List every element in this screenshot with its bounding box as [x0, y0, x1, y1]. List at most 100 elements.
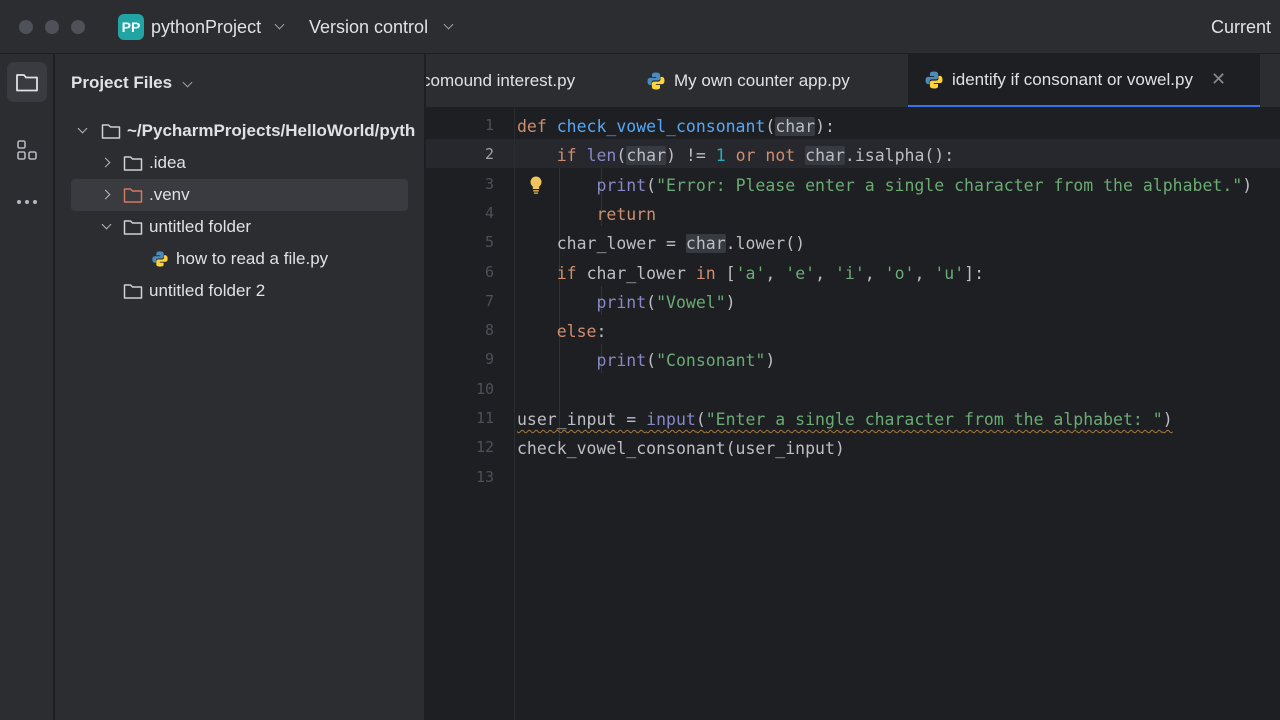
- project-name[interactable]: pythonProject: [151, 17, 261, 38]
- code-token: :: [596, 322, 607, 342]
- line-number-gutter[interactable]: 1 2 3 4 5 6 7 8 9 10 11 12 13: [426, 108, 514, 720]
- code-line[interactable]: else:: [517, 317, 607, 346]
- code-line[interactable]: return: [517, 200, 656, 229]
- tree-item-venv[interactable]: .venv: [71, 179, 408, 211]
- code-token: ,: [765, 263, 786, 283]
- folder-icon: [123, 156, 143, 171]
- line-number[interactable]: 4: [434, 204, 494, 222]
- code-token: [: [725, 263, 736, 283]
- code-token: ): [1162, 410, 1173, 429]
- tree-item-label: how to read a file.py: [176, 249, 329, 268]
- line-number[interactable]: 5: [434, 233, 494, 251]
- code-token: .lower(): [725, 234, 806, 254]
- minimize-window-button[interactable]: [45, 20, 59, 34]
- code-line[interactable]: def check_vowel_consonant(char):: [517, 112, 835, 141]
- code-line[interactable]: if len(char) != 1 or not char.isalpha():: [517, 141, 954, 170]
- expand-arrow-icon[interactable]: [75, 123, 91, 139]
- code-token: 'u': [934, 263, 965, 283]
- close-icon[interactable]: ✕: [1211, 69, 1226, 90]
- code-line[interactable]: print("Error: Please enter a single char…: [517, 171, 1252, 200]
- code-token: char: [685, 234, 726, 254]
- folder-icon: [123, 220, 143, 235]
- code-token: check_vowel_consonant: [556, 117, 766, 136]
- chevron-down-icon[interactable]: [182, 77, 193, 88]
- run-configuration[interactable]: Current: [1211, 17, 1271, 38]
- line-number[interactable]: 13: [434, 468, 494, 486]
- tab-compound-interest[interactable]: comound interest.py: [426, 54, 626, 107]
- code-token: (: [616, 146, 627, 166]
- code-token: ): [1242, 175, 1253, 195]
- chevron-down-icon[interactable]: [443, 19, 454, 30]
- project-tool-button[interactable]: [7, 62, 47, 102]
- line-number[interactable]: 6: [434, 263, 494, 281]
- folder-icon: [101, 124, 121, 139]
- tab-identify-consonant-vowel[interactable]: identify if consonant or vowel.py ✕: [908, 54, 1260, 107]
- line-number[interactable]: 7: [434, 292, 494, 310]
- editor-tabs: comound interest.py My own counter app.p…: [426, 54, 1280, 108]
- tree-item-untitled-folder[interactable]: untitled folder: [55, 211, 424, 243]
- line-number[interactable]: 9: [434, 350, 494, 368]
- line-number[interactable]: 1: [434, 116, 494, 134]
- tool-window-strip: [0, 54, 54, 720]
- more-tools-button[interactable]: [7, 182, 47, 222]
- code-line[interactable]: check_vowel_consonant(user_input): [517, 434, 845, 463]
- code-token: or not: [725, 146, 806, 166]
- line-number[interactable]: 12: [434, 438, 494, 456]
- code-token: (: [646, 351, 657, 371]
- tree-item-untitled-folder-2[interactable]: untitled folder 2: [55, 275, 424, 307]
- structure-tool-button[interactable]: [7, 130, 47, 170]
- python-file-icon: [152, 251, 168, 267]
- chevron-down-icon[interactable]: [274, 19, 285, 30]
- code-line[interactable]: user_input = input("Enter a single chara…: [517, 405, 1173, 434]
- code-token: ): [765, 351, 776, 371]
- line-number[interactable]: 3: [434, 175, 494, 193]
- code-token: .isalpha():: [844, 146, 955, 166]
- code-token: else: [556, 322, 597, 342]
- line-number[interactable]: 10: [434, 380, 494, 398]
- line-number[interactable]: 8: [434, 321, 494, 339]
- code-token: print: [596, 292, 647, 312]
- folder-icon: [123, 284, 143, 299]
- code-token: char_lower: [586, 263, 696, 283]
- code-line[interactable]: print("Vowel"): [517, 288, 735, 317]
- gutter-divider: [514, 108, 515, 720]
- version-control-menu[interactable]: Version control: [309, 17, 428, 38]
- line-number[interactable]: 11: [434, 409, 494, 427]
- tab-label: identify if consonant or vowel.py: [952, 69, 1193, 89]
- expand-arrow-icon[interactable]: [99, 187, 115, 203]
- code-token: in: [695, 263, 726, 283]
- code-token: char: [626, 146, 667, 166]
- excluded-folder-icon: [123, 188, 143, 203]
- close-window-button[interactable]: [19, 20, 33, 34]
- code-line[interactable]: print("Consonant"): [517, 346, 775, 375]
- code-token: print: [596, 351, 647, 371]
- code-token: (: [695, 410, 706, 429]
- tree-item-file[interactable]: how to read a file.py: [55, 243, 424, 275]
- folder-icon: [16, 74, 38, 92]
- code-editor[interactable]: 1 2 3 4 5 6 7 8 9 10 11 12 13 def check_vowel_conson…: [426, 108, 1280, 720]
- code-token: input: [646, 410, 696, 429]
- expand-arrow-icon[interactable]: [99, 155, 115, 171]
- code-token: user_input =: [517, 410, 647, 429]
- code-token: "Error: Please enter a single character …: [656, 175, 1243, 195]
- code-token: print: [596, 175, 647, 195]
- expand-arrow-icon[interactable]: [99, 219, 115, 235]
- panel-title[interactable]: Project Files: [71, 73, 172, 93]
- tree-item-idea[interactable]: .idea: [55, 147, 424, 179]
- tree-item-root[interactable]: ~/PycharmProjects/HelloWorld/pyth: [55, 115, 424, 147]
- code-token: check_vowel_consonant(user_input): [517, 439, 845, 459]
- project-badge[interactable]: PP: [118, 14, 144, 40]
- code-line[interactable]: char_lower = char.lower(): [517, 229, 805, 258]
- tab-label: comound interest.py: [426, 71, 576, 90]
- code-token: char_lower =: [556, 234, 686, 254]
- code-token: char: [805, 146, 845, 166]
- code-token: (: [646, 175, 657, 195]
- code-token: ) !=: [666, 146, 716, 166]
- code-token: return: [596, 204, 657, 224]
- code-line[interactable]: if char_lower in ['a', 'e', 'i', 'o', 'u…: [517, 259, 984, 288]
- title-bar: PP pythonProject Version control Current: [0, 0, 1280, 54]
- zoom-window-button[interactable]: [71, 20, 85, 34]
- line-number[interactable]: 2: [434, 145, 494, 163]
- project-panel: Project Files ~/PycharmProjects/HelloWor…: [55, 54, 425, 720]
- tab-counter-app[interactable]: My own counter app.py: [626, 54, 906, 107]
